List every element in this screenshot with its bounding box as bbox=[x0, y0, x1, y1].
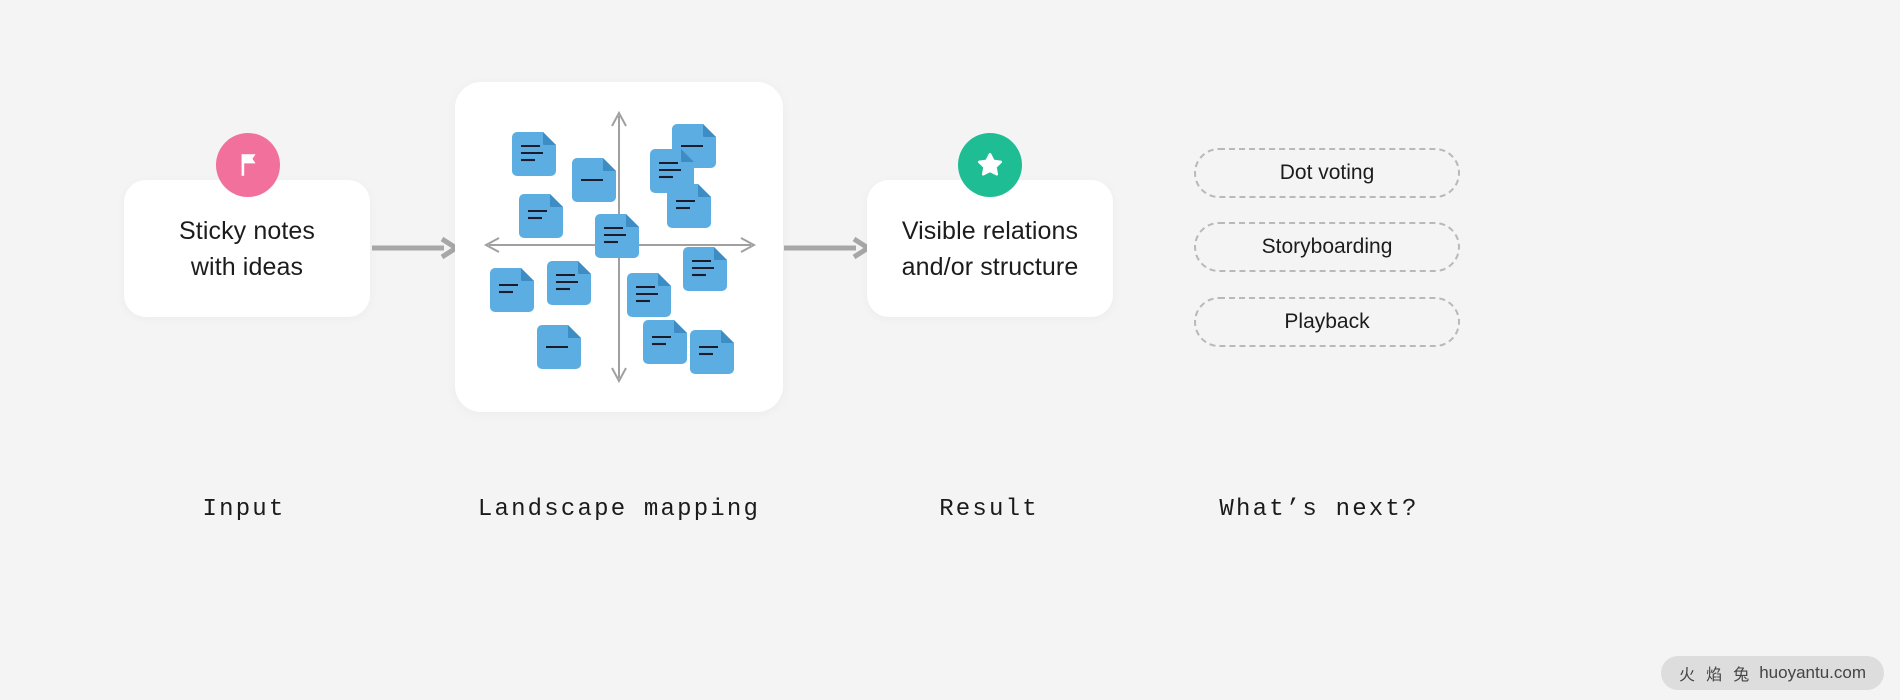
caption-result: Result bbox=[939, 496, 1039, 523]
sticky-note bbox=[572, 158, 616, 202]
sticky-note bbox=[690, 330, 734, 374]
sticky-note bbox=[667, 184, 711, 228]
input-card-label: Sticky notes with ideas bbox=[179, 216, 315, 281]
result-card: Visible relations and/or structure bbox=[867, 180, 1113, 317]
sticky-note bbox=[627, 273, 671, 317]
sticky-note bbox=[683, 247, 727, 291]
sticky-note bbox=[595, 214, 639, 258]
arrow-input-to-landscape bbox=[372, 236, 462, 265]
input-card: Sticky notes with ideas bbox=[124, 180, 370, 317]
caption-input: Input bbox=[202, 496, 286, 523]
next-option-dot-voting[interactable]: Dot voting bbox=[1194, 148, 1460, 198]
next-option-label: Storyboarding bbox=[1261, 235, 1393, 258]
diagram-canvas: Sticky notes with ideas Visible relation… bbox=[0, 0, 1900, 700]
next-option-label: Playback bbox=[1284, 310, 1370, 333]
watermark: 火 焰 兔 huoyantu.com bbox=[1661, 656, 1884, 690]
flag-badge bbox=[216, 133, 280, 197]
star-badge bbox=[958, 133, 1022, 197]
landscape-mapping-board bbox=[455, 82, 783, 412]
watermark-url-text: huoyantu.com bbox=[1759, 663, 1866, 682]
arrow-landscape-to-result bbox=[784, 236, 874, 265]
sticky-note bbox=[519, 194, 563, 238]
watermark-cn-text: 火 焰 兔 bbox=[1679, 665, 1753, 684]
sticky-note bbox=[547, 261, 591, 305]
next-option-storyboarding[interactable]: Storyboarding bbox=[1194, 222, 1460, 272]
sticky-note bbox=[512, 132, 556, 176]
sticky-note bbox=[643, 320, 687, 364]
board-inner bbox=[455, 82, 783, 412]
next-option-playback[interactable]: Playback bbox=[1194, 297, 1460, 347]
star-icon bbox=[975, 150, 1005, 180]
result-card-label: Visible relations and/or structure bbox=[901, 216, 1079, 281]
next-option-label: Dot voting bbox=[1279, 161, 1375, 184]
flag-icon bbox=[233, 150, 263, 180]
caption-whats-next: What’s next? bbox=[1219, 496, 1419, 523]
sticky-note bbox=[490, 268, 534, 312]
sticky-note bbox=[537, 325, 581, 369]
caption-landscape: Landscape mapping bbox=[477, 496, 761, 523]
